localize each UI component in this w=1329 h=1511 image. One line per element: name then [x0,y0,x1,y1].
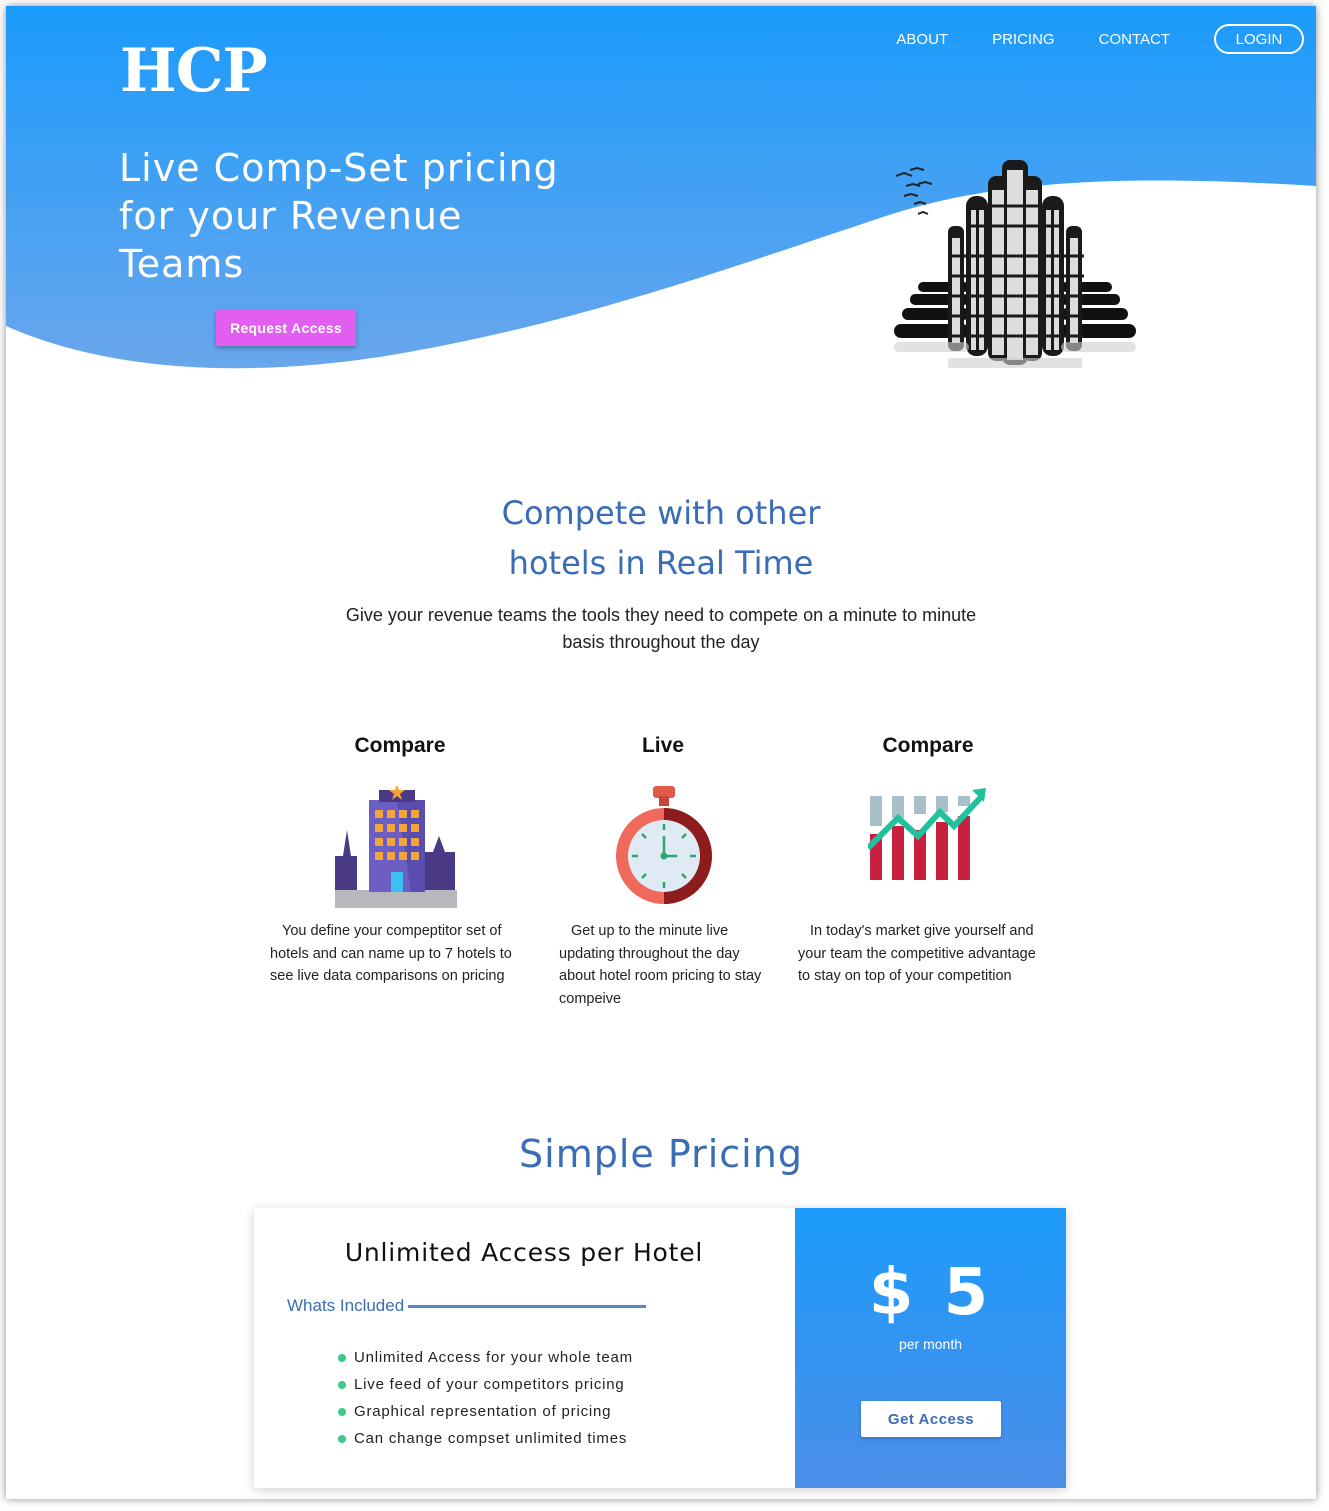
list-item: Can change compset unlimited times [338,1425,633,1452]
list-item-text: Live feed of your competitors pricing [354,1376,625,1393]
plan-title: Unlimited Access per Hotel [344,1238,704,1267]
bullet-dot-icon [338,1353,346,1362]
skyscraper-illustration [894,160,1136,368]
feature-title: Compare [882,734,974,757]
trending-chart-icon [868,788,986,880]
feature-description: In today's market give yourself and your… [798,923,1036,984]
list-item-text: Unlimited Access for your whole team [354,1349,633,1366]
compete-subtitle: Give your revenue teams the tools they n… [345,605,977,652]
hotel-building-icon [335,786,457,908]
list-item-text: Can change compset unlimited times [354,1430,628,1447]
stopwatch-icon [616,786,712,904]
list-item: Unlimited Access for your whole team [338,1344,633,1371]
page-frame: HCP ABOUT PRICING CONTACT LOGIN Live Com… [6,6,1316,1499]
included-features-list: Unlimited Access for your whole team Liv… [338,1344,633,1452]
feature-compare-hotels: Compare You define your compeptitor set … [270,734,530,984]
feature-title: Live [641,734,685,757]
hero-title: Live Comp-Set pricing for your Revenue T… [119,146,559,286]
compete-heading-line1: Compete with other [501,494,821,532]
whats-included-label: Whats Included [287,1296,647,1316]
list-item: Live feed of your competitors pricing [338,1371,633,1398]
bullet-dot-icon [338,1434,346,1443]
top-nav: ABOUT PRICING CONTACT LOGIN [896,24,1304,54]
price-period: per month [898,1336,963,1352]
list-item: Graphical representation of pricing [338,1398,633,1425]
nav-contact[interactable]: CONTACT [1099,31,1170,48]
pricing-heading: Simple Pricing [519,1132,803,1176]
list-item-text: Graphical representation of pricing [354,1403,612,1420]
whats-included-divider [408,1304,647,1308]
bullet-dot-icon [338,1380,346,1389]
price-panel: $ 5 per month Get Access [795,1208,1066,1488]
brand-logo[interactable]: HCP [120,36,268,106]
feature-competitive-advantage: Compare In today's market give yourself … [798,734,1058,984]
bullet-dot-icon [338,1407,346,1416]
hero-section: HCP ABOUT PRICING CONTACT LOGIN Live Com… [6,6,1316,376]
price-amount: $ 5 [868,1256,993,1330]
feature-description: You define your compeptitor set of hotel… [270,923,512,984]
whats-included-text: Whats Included [287,1296,405,1315]
feature-live-updates: Live Get up to the minute live updating [533,734,793,1007]
nav-about[interactable]: ABOUT [896,31,948,48]
feature-title: Compare [354,734,446,757]
pricing-card: Unlimited Access per Hotel Whats Include… [254,1208,1066,1488]
feature-description: Get up to the minute live updating throu… [559,923,762,1007]
get-access-button[interactable]: Get Access [861,1401,1001,1437]
request-access-button[interactable]: Request Access [216,310,356,346]
nav-pricing[interactable]: PRICING [992,31,1055,48]
login-button[interactable]: LOGIN [1214,24,1304,54]
compete-heading-line2: hotels in Real Time [508,544,814,582]
compete-heading: Compete with other hotels in Real Time [6,488,1316,588]
